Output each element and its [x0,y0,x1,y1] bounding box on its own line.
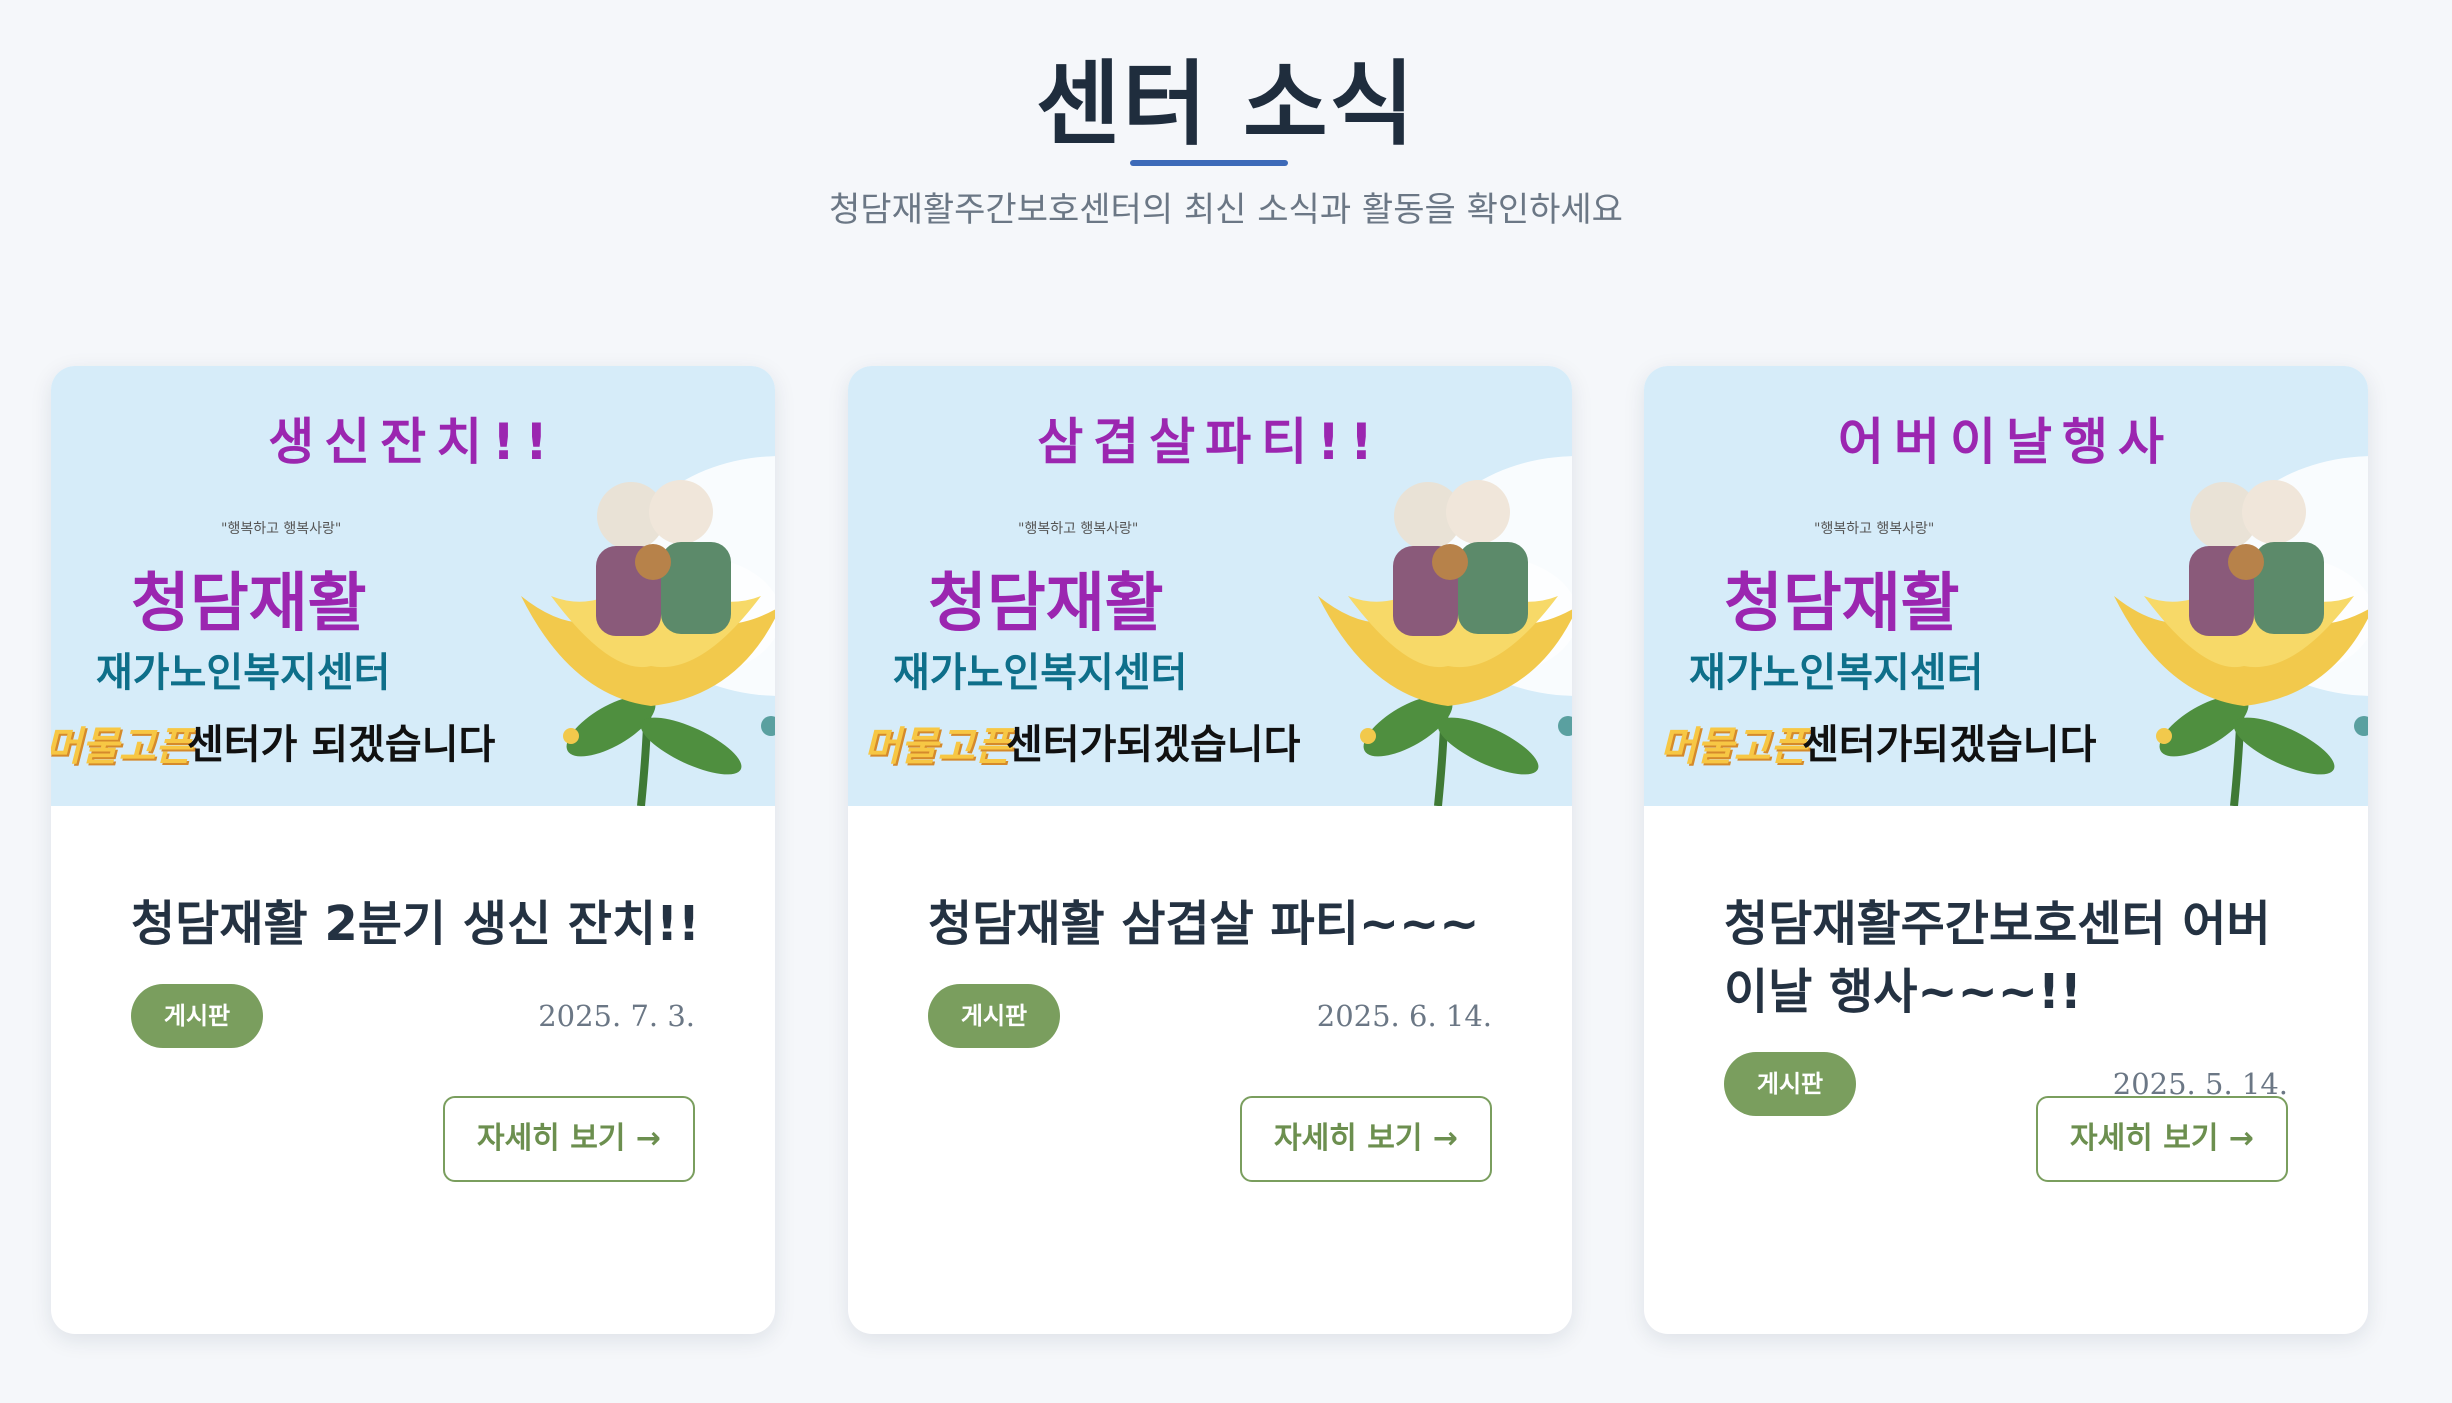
news-thumbnail[interactable]: 삼겹살파티!! "행복하고 행복사랑" 청담재활 재가노인복지센터 머물고픈 센… [848,366,1572,806]
post-date: 2025. 6. 14. [1316,999,1492,1033]
post-title[interactable]: 청담재활 2분기 생신 잔치!! [131,890,711,958]
thumbnail-brand: 청담재활 [131,567,367,641]
post-title[interactable]: 청담재활주간보호센터 어버이날 행사~~~!! [1724,890,2304,1026]
thumbnail-tagline: 센터가 되겠습니다 [187,722,496,768]
thumbnail-slogan: "행복하고 행복사랑" [221,521,342,537]
thumbnail-tagline: 센터가되겠습니다 [1006,722,1301,768]
thumbnail-org-name: 재가노인복지센터 [96,650,391,696]
post-date: 2025. 7. 3. [538,999,695,1033]
read-more-button[interactable]: 자세히 보기 → [2036,1096,2288,1182]
post-title[interactable]: 청담재활 삼겹살 파티~~~ [928,890,1508,958]
thumbnail-slogan: "행복하고 행복사랑" [1814,521,1935,537]
thumbnail-tagline: 센터가되겠습니다 [1802,722,2097,768]
card-body: 청담재활 2분기 생신 잔치!! 게시판 2025. 7. 3. 자세히 보기 … [51,806,775,1334]
category-badge: 게시판 [928,984,1060,1048]
card-body: 청담재활 삼겹살 파티~~~ 게시판 2025. 6. 14. 자세히 보기 → [848,806,1572,1334]
thumbnail-tag: 머물고픈 [1660,724,1808,770]
news-card[interactable]: 생신잔치!! "행복하고 행복사랑" 청담재활 재가노인복지센터 머물고픈 센터… [51,366,775,1334]
thumbnail-headline: 생신잔치!! [268,413,558,471]
thumbnail-brand: 청담재활 [1724,567,1960,641]
thumbnail-tag: 머물고픈 [864,724,1012,770]
category-badge: 게시판 [131,984,263,1048]
thumbnail-slogan: "행복하고 행복사랑" [1018,521,1139,537]
news-card[interactable]: 삼겹살파티!! "행복하고 행복사랑" 청담재활 재가노인복지센터 머물고픈 센… [848,366,1572,1334]
card-body: 청담재활주간보호센터 어버이날 행사~~~!! 게시판 2025. 5. 14.… [1644,806,2368,1334]
thumbnail-org-name: 재가노인복지센터 [893,650,1188,696]
thumbnail-brand: 청담재활 [928,567,1164,641]
read-more-button[interactable]: 자세히 보기 → [443,1096,695,1182]
title-underline [1130,160,1288,166]
thumbnail-tag: 머물고픈 [51,724,193,770]
thumbnail-headline: 삼겹살파티!! [1037,413,1383,471]
category-badge: 게시판 [1724,1052,1856,1116]
section-title: 센터 소식 [1035,51,1417,158]
section-subtitle: 청담재활주간보호센터의 최신 소식과 활동을 확인하세요 [829,190,1623,230]
read-more-button[interactable]: 자세히 보기 → [1240,1096,1492,1182]
news-thumbnail[interactable]: 생신잔치!! "행복하고 행복사랑" 청담재활 재가노인복지센터 머물고픈 센터… [51,366,775,806]
thumbnail-headline: 어버이날행사 [1838,413,2174,471]
news-card[interactable]: 어버이날행사 "행복하고 행복사랑" 청담재활 재가노인복지센터 머물고픈 센터… [1644,366,2368,1334]
news-thumbnail[interactable]: 어버이날행사 "행복하고 행복사랑" 청담재활 재가노인복지센터 머물고픈 센터… [1644,366,2368,806]
thumbnail-org-name: 재가노인복지센터 [1689,650,1984,696]
